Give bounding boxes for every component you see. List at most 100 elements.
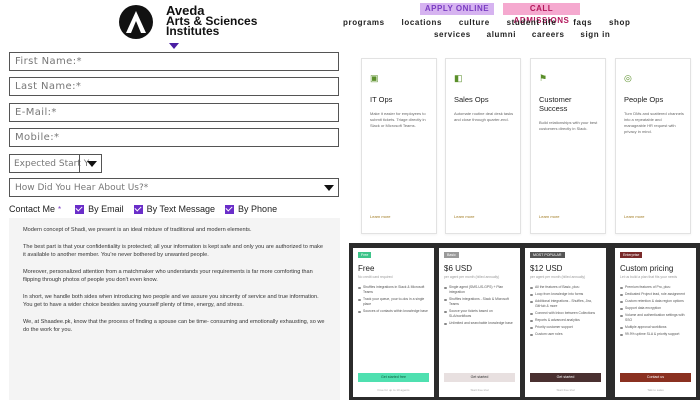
plan-footnote: Free for up to 10 agents bbox=[377, 388, 410, 392]
article-paragraph: The best part is that your confidentiali… bbox=[23, 244, 324, 258]
feature-card-people-ops[interactable]: ◎ People Ops Turn DMs and scattered chan… bbox=[615, 58, 691, 234]
article-paragraph: We, at Shaadee.pk, know that the process… bbox=[23, 319, 325, 333]
article-paragraph: In short, we handle both sides when intr… bbox=[23, 294, 319, 308]
learn-more-link[interactable]: Learn more bbox=[454, 214, 474, 219]
plan-subtitle: per agent per month (billed annually) bbox=[530, 275, 586, 279]
plan-feature: Source your tickets based on SLA/workflo… bbox=[444, 309, 515, 319]
plan-features: Single agent (SMS-US-GPS) + Plan integra… bbox=[444, 285, 515, 326]
plan-price: $12 USD bbox=[530, 264, 563, 273]
by-email-label[interactable]: By Email bbox=[88, 204, 124, 214]
plan-feature: Reports & advanced analytics bbox=[530, 318, 601, 323]
learn-more-link[interactable]: Learn more bbox=[370, 214, 390, 219]
logo-text[interactable]: Aveda Arts & Sciences Institutes bbox=[166, 4, 257, 37]
sales-ops-icon: ◧ bbox=[454, 73, 463, 83]
nav-item-shop[interactable]: shop bbox=[609, 18, 631, 27]
by-phone-label[interactable]: By Phone bbox=[238, 204, 277, 214]
customer-success-icon: ⚑ bbox=[539, 73, 548, 83]
by-text-label[interactable]: By Text Message bbox=[147, 204, 215, 214]
plan-footnote: Talk to sales bbox=[647, 388, 664, 392]
plan-features: Premium features of Pro, plus: Dedicated… bbox=[620, 285, 691, 337]
last-name-field[interactable]: Last Name:* bbox=[9, 77, 339, 96]
caret-down-icon bbox=[169, 43, 179, 49]
pricing-card-enterprise: Enterprise Custom pricing Let us build a… bbox=[615, 248, 696, 397]
nav-item-student-life[interactable]: student life bbox=[507, 18, 557, 27]
pricing-panel: Free Free No credit card required Shuffl… bbox=[349, 243, 700, 400]
plan-features: Shuffles integrations in Slack & Microso… bbox=[358, 285, 429, 314]
logo-icon[interactable] bbox=[119, 5, 153, 39]
plan-feature: 99.9% uptime SLA & priority support bbox=[620, 332, 691, 337]
required-star: * bbox=[58, 204, 62, 214]
get-started-free-button[interactable]: Get started free bbox=[358, 373, 429, 382]
feature-title: Customer Success bbox=[539, 95, 572, 113]
mobile-field[interactable]: Mobile:* bbox=[9, 128, 339, 147]
expected-start-value: Expected Start Y bbox=[14, 159, 90, 169]
apply-online-button[interactable]: APPLY ONLINE bbox=[420, 3, 494, 15]
plan-feature: Custom retention & data region options bbox=[620, 299, 691, 304]
feature-title: Sales Ops bbox=[454, 95, 489, 104]
plan-feature: Premium features of Pro, plus: bbox=[620, 285, 691, 290]
plan-price: Custom pricing bbox=[620, 264, 674, 273]
feature-title: IT Ops bbox=[370, 95, 393, 104]
plan-feature: Additional integrations - Shuffles, Jira… bbox=[530, 299, 601, 309]
learn-more-link[interactable]: Learn more bbox=[539, 214, 559, 219]
plan-footnote: Start free trial bbox=[556, 388, 575, 392]
nav-item-services[interactable]: services bbox=[434, 30, 471, 39]
expected-start-select[interactable]: Expected Start Y bbox=[9, 154, 102, 173]
nav-item-faqs[interactable]: faqs bbox=[573, 18, 592, 27]
plan-feature: Sources of contacts within knowledge bas… bbox=[358, 309, 429, 314]
by-email-checkbox[interactable] bbox=[75, 204, 85, 214]
email-field[interactable]: E-Mail:* bbox=[9, 103, 339, 122]
plan-subtitle: Let us build a plan that fits your needs bbox=[620, 275, 678, 279]
by-phone-checkbox[interactable] bbox=[225, 204, 235, 214]
feature-desc: Make it easier for employees to submit t… bbox=[370, 111, 426, 128]
nav-item-culture[interactable]: culture bbox=[459, 18, 490, 27]
contact-me-label: Contact Me bbox=[9, 204, 56, 214]
plan-feature: Support data encryption bbox=[620, 306, 691, 311]
first-name-field[interactable]: First Name:* bbox=[9, 52, 339, 71]
plan-feature: Single agent (SMS-US-GPS) + Plan integra… bbox=[444, 285, 515, 295]
nav-item-programs[interactable]: programs bbox=[343, 18, 385, 27]
feature-desc: Turn DMs and scattered channels into a r… bbox=[624, 111, 684, 134]
get-started-button[interactable]: Get started bbox=[530, 373, 601, 382]
select-divider bbox=[79, 155, 80, 172]
plan-features: All the features of Basic, plus: Loop fr… bbox=[530, 285, 601, 337]
get-started-button[interactable]: Get started bbox=[444, 373, 515, 382]
hear-about-value: How Did You Hear About Us?* bbox=[15, 183, 149, 193]
plan-tag: Enterprise bbox=[620, 252, 643, 258]
plan-feature: Dedicated Project lead, role assignment bbox=[620, 292, 691, 297]
contact-me-row: Contact Me * By Email By Text Message By… bbox=[9, 204, 277, 214]
feature-card-it-ops[interactable]: ▣ IT Ops Make it easier for employees to… bbox=[361, 58, 437, 234]
learn-more-link[interactable]: Learn more bbox=[624, 214, 644, 219]
plan-tag: MOST POPULAR bbox=[530, 252, 565, 258]
nav-item-careers[interactable]: careers bbox=[532, 30, 565, 39]
article-paragraph: Modern concept of Shadi, we present is a… bbox=[23, 227, 252, 233]
nav-item-alumni[interactable]: alumni bbox=[487, 30, 516, 39]
article-paragraph: Moreover, personalized attention from a … bbox=[23, 269, 313, 283]
plan-feature: Priority customer support bbox=[530, 325, 601, 330]
plan-price: Free bbox=[358, 264, 375, 273]
feature-card-sales-ops[interactable]: ◧ Sales Ops Automate routine deal desk t… bbox=[445, 58, 521, 234]
plan-feature: Unlimited and searchable knowledge base bbox=[444, 321, 515, 326]
pricing-card-pro: MOST POPULAR $12 USD per agent per month… bbox=[525, 248, 606, 397]
feature-card-customer-success[interactable]: ⚑ Customer Success Build relationships w… bbox=[530, 58, 606, 234]
plan-feature: Volume and authentication settings with … bbox=[620, 313, 691, 323]
call-admissions-button[interactable]: CALL ADMISSIONS bbox=[503, 3, 580, 25]
logo-a-icon bbox=[126, 11, 146, 33]
feature-desc: Build relationships with your best custo… bbox=[539, 120, 598, 131]
nav-primary: programs locations culture student life … bbox=[343, 18, 645, 27]
plan-subtitle: per agent per month (billed annually) bbox=[444, 275, 500, 279]
by-text-checkbox[interactable] bbox=[133, 204, 143, 214]
plan-feature: Shuffles integrations - Slack & Microsof… bbox=[444, 297, 515, 307]
people-ops-icon: ◎ bbox=[624, 73, 632, 83]
plan-feature: Custom user roles bbox=[530, 332, 601, 337]
plan-tag: Basic bbox=[444, 252, 459, 258]
plan-feature: Loop from knowledge into forms bbox=[530, 292, 601, 297]
feature-title: People Ops bbox=[624, 95, 664, 104]
contact-us-button[interactable]: Contact us bbox=[620, 373, 691, 382]
nav-item-locations[interactable]: locations bbox=[402, 18, 443, 27]
plan-feature: All the features of Basic, plus: bbox=[530, 285, 601, 290]
plan-feature: Shuffles integrations in Slack & Microso… bbox=[358, 285, 429, 295]
hear-about-select[interactable]: How Did You Hear About Us?* bbox=[9, 178, 339, 197]
nav-item-sign-in[interactable]: sign in bbox=[580, 30, 610, 39]
pricing-card-free: Free Free No credit card required Shuffl… bbox=[353, 248, 434, 397]
